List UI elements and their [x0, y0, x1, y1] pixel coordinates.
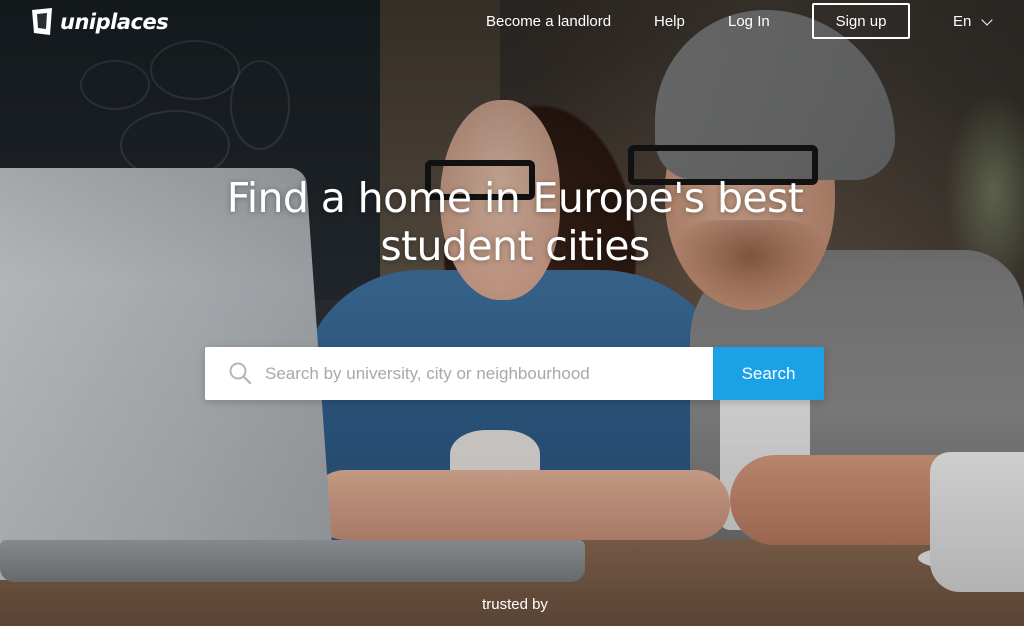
language-label: En: [953, 13, 972, 30]
hero-overlay: [0, 0, 1024, 626]
chevron-down-icon: [981, 13, 994, 26]
trusted-by-label: trusted by: [482, 596, 548, 613]
logo-link[interactable]: uniplaces: [30, 6, 169, 38]
search-button[interactable]: Search: [713, 347, 824, 400]
top-navigation-bar: uniplaces Become a landlord Help Log In …: [0, 0, 1024, 44]
search-form: Search: [205, 347, 824, 400]
hero-headline-line-1: Find a home in Europe's best: [226, 174, 804, 222]
search-icon: [228, 361, 252, 385]
logo-wordmark: uniplaces: [60, 10, 169, 34]
signup-button[interactable]: Sign up: [812, 3, 910, 39]
search-field: [205, 347, 713, 400]
login-link[interactable]: Log In: [728, 13, 770, 30]
help-link[interactable]: Help: [654, 13, 685, 30]
become-landlord-link[interactable]: Become a landlord: [486, 13, 611, 30]
hero-background-image: [0, 0, 1024, 626]
search-input[interactable]: [265, 347, 705, 400]
hero-headline-line-2: student cities: [380, 222, 650, 270]
hero-headline: Find a home in Europe's best student cit…: [0, 174, 1024, 270]
language-selector[interactable]: En: [953, 13, 994, 30]
uniplaces-logo-icon: [30, 7, 54, 37]
